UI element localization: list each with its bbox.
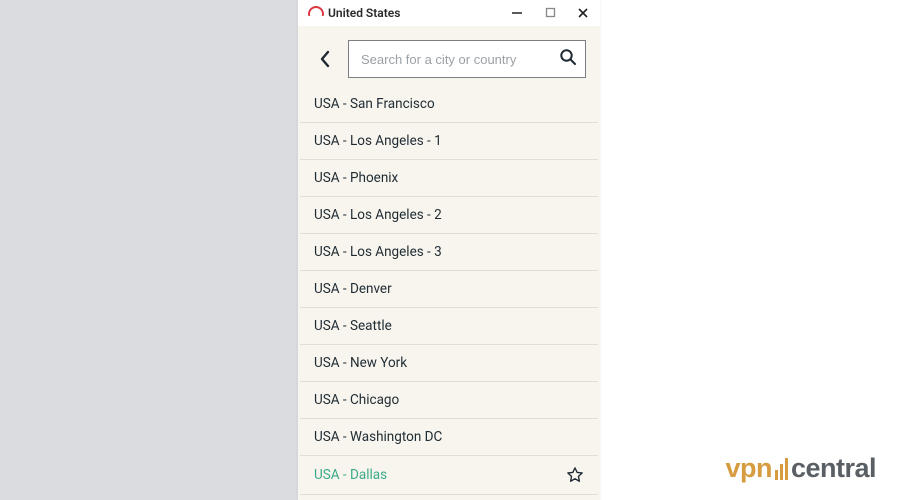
search-icon[interactable] bbox=[559, 48, 577, 70]
location-item[interactable]: USA - Phoenix bbox=[300, 160, 598, 197]
location-label: USA - San Francisco bbox=[314, 96, 435, 112]
location-label: USA - Chicago bbox=[314, 392, 399, 408]
window-title: United States bbox=[328, 6, 400, 20]
location-item[interactable]: USA - Los Angeles - 2 bbox=[300, 197, 598, 234]
location-item[interactable]: USA - Seattle bbox=[300, 308, 598, 345]
location-label: USA - Dallas bbox=[314, 467, 387, 483]
location-label: USA - Los Angeles - 1 bbox=[314, 133, 442, 149]
location-item[interactable]: USA - Denver bbox=[300, 271, 598, 308]
location-item[interactable]: USA - Los Angeles - 3 bbox=[300, 234, 598, 271]
location-label: USA - Phoenix bbox=[314, 170, 398, 186]
search-field[interactable] bbox=[348, 40, 586, 78]
location-label: USA - Seattle bbox=[314, 318, 392, 334]
location-item[interactable]: USA - New York bbox=[300, 345, 598, 382]
location-label: USA - Los Angeles - 3 bbox=[314, 244, 442, 260]
back-button[interactable] bbox=[312, 46, 338, 72]
location-item[interactable]: USA - Dallas bbox=[300, 456, 598, 495]
search-input[interactable] bbox=[361, 52, 549, 67]
location-item[interactable]: USA - San Francisco bbox=[300, 86, 598, 123]
app-logo-icon bbox=[308, 6, 322, 20]
location-label: USA - Denver bbox=[314, 281, 392, 297]
titlebar: United States bbox=[298, 0, 600, 26]
location-label: USA - Los Angeles - 2 bbox=[314, 207, 442, 223]
favorite-star-icon[interactable] bbox=[566, 466, 584, 484]
location-item[interactable]: USA - Chicago bbox=[300, 382, 598, 419]
maximize-button[interactable] bbox=[541, 4, 559, 22]
location-item[interactable]: USA - Miami bbox=[300, 495, 598, 500]
location-item[interactable]: USA - Los Angeles - 1 bbox=[300, 123, 598, 160]
close-button[interactable] bbox=[574, 4, 592, 22]
vpn-location-window: United States USA - bbox=[298, 0, 600, 500]
location-label: USA - New York bbox=[314, 355, 407, 371]
location-list[interactable]: USA - San Francisco USA - Los Angeles - 1… bbox=[298, 86, 600, 500]
location-item[interactable]: USA - Washington DC bbox=[300, 419, 598, 456]
location-label: USA - Washington DC bbox=[314, 429, 442, 445]
minimize-button[interactable] bbox=[508, 4, 526, 22]
